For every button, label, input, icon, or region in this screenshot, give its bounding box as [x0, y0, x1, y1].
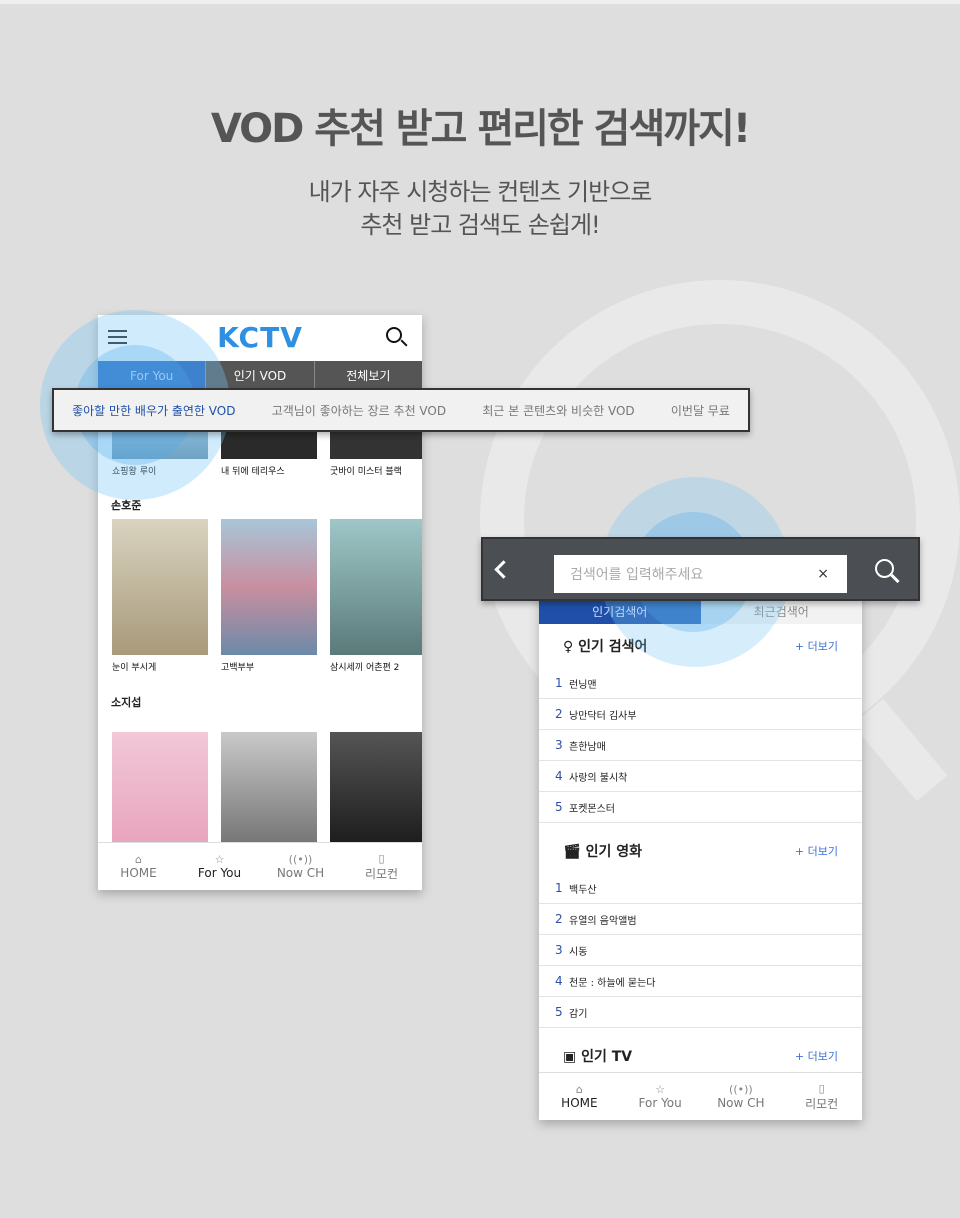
more-link[interactable]: + 더보기 — [795, 1048, 838, 1064]
ranking-item[interactable]: 1 런닝맨 — [539, 668, 862, 699]
poster-item[interactable] — [112, 732, 208, 842]
ranking-title: 포켓몬스터 — [569, 803, 615, 815]
decorative-search-handle — [852, 698, 948, 802]
section-title: 소지섭 — [111, 696, 142, 709]
top-border — [0, 0, 960, 4]
rank-number: 1 — [555, 676, 563, 690]
clapper-icon: 🎬︎ — [563, 844, 581, 860]
poster-item[interactable]: 내 뒤에 테리우스 — [221, 430, 317, 477]
remote-icon: ▯ — [378, 851, 385, 865]
nav-remote[interactable]: ▯ 리모컨 — [341, 843, 422, 890]
search-input[interactable]: 검색어를 입력해주세요 × — [554, 555, 847, 593]
star-icon: ☆ — [655, 1083, 666, 1096]
ranking-title: 런닝맨 — [569, 679, 597, 691]
recommend-category-bar: 좋아할 만한 배우가 출연한 VOD 고객님이 좋아하는 장르 추천 VOD 최… — [52, 388, 750, 432]
poster-item[interactable]: 굿바이 미스터 블랙 — [330, 430, 422, 477]
ranking-item[interactable]: 5 감기 — [539, 997, 862, 1028]
section-title: 인기 TV — [581, 1049, 633, 1065]
tab-all[interactable]: 전체보기 — [313, 361, 422, 390]
category-actor[interactable]: 좋아할 만한 배우가 출연한 VOD — [72, 402, 235, 419]
remote-icon: ▯ — [818, 1081, 825, 1095]
nav-for-you[interactable]: ☆ For You — [179, 843, 260, 890]
rank-number: 3 — [555, 943, 563, 957]
home-icon: ⌂ — [135, 853, 142, 866]
ranking-item[interactable]: 2 낭만닥터 김사부 — [539, 699, 862, 730]
more-link[interactable]: + 더보기 — [795, 638, 838, 654]
subline-2: 추천 받고 검색도 손쉽게! — [360, 211, 600, 239]
ranking-item[interactable]: 5 포켓몬스터 — [539, 792, 862, 823]
poster-item[interactable]: 눈이 부시게 — [112, 519, 208, 673]
search-icon[interactable] — [875, 559, 900, 584]
headline: VOD 추천 받고 편리한 검색까지! — [210, 106, 751, 152]
nav-home[interactable]: ⌂ HOME — [539, 1073, 620, 1120]
poster-item[interactable]: 고백부부 — [221, 519, 317, 673]
ranking-title: 유열의 음악앨범 — [569, 915, 637, 927]
broadcast-icon: ((•)) — [288, 853, 313, 866]
category-similar[interactable]: 최근 본 콘텐츠와 비슷한 VOD — [482, 402, 634, 419]
bottom-nav: ⌂ HOME ☆ For You ((•)) Now CH ▯ 리모컨 — [539, 1072, 862, 1120]
tv-icon: ▣ — [563, 1049, 577, 1065]
category-free[interactable]: 이번달 무료 — [671, 402, 730, 419]
nav-now-ch[interactable]: ((•)) Now CH — [701, 1073, 782, 1120]
clear-icon[interactable]: × — [817, 566, 829, 582]
nav-for-you[interactable]: ☆ For You — [620, 1073, 701, 1120]
home-icon: ⌂ — [575, 1083, 583, 1096]
star-icon: ☆ — [214, 853, 225, 866]
search-icon[interactable] — [386, 327, 408, 347]
back-icon[interactable] — [494, 560, 513, 579]
section-title: 인기 영화 — [585, 844, 643, 860]
nav-remote[interactable]: ▯ 리모컨 — [781, 1073, 862, 1120]
rank-number: 2 — [555, 912, 563, 926]
ranking-title: 천문 : 하늘에 묻는다 — [569, 977, 656, 989]
ranking-title: 시동 — [569, 946, 588, 958]
ranking-item[interactable]: 4 천문 : 하늘에 묻는다 — [539, 966, 862, 997]
ranking-item[interactable]: 3 시동 — [539, 935, 862, 966]
more-link[interactable]: + 더보기 — [795, 843, 838, 859]
ranking-title: 감기 — [569, 1008, 588, 1020]
rank-number: 5 — [555, 1005, 563, 1019]
poster-item[interactable]: 삼시세끼 어촌편 2 — [330, 519, 422, 673]
rank-number: 1 — [555, 881, 563, 895]
ranking-title: 사랑의 불시착 — [569, 772, 628, 784]
trophy-icon: ♀ — [563, 639, 574, 655]
ranking-title: 백두산 — [569, 884, 597, 896]
rank-number: 4 — [555, 769, 563, 783]
nav-now-ch[interactable]: ((•)) Now CH — [260, 843, 341, 890]
ranking-item[interactable]: 3 흔한남매 — [539, 730, 862, 761]
ranking-item[interactable]: 2 유열의 음악앨범 — [539, 904, 862, 935]
poster-item[interactable] — [330, 732, 422, 842]
ranking-title: 낭만닥터 김사부 — [569, 710, 637, 722]
poster-item[interactable] — [221, 732, 317, 842]
broadcast-icon: ((•)) — [729, 1083, 753, 1096]
ranking-item[interactable]: 1 백두산 — [539, 873, 862, 904]
category-genre[interactable]: 고객님이 좋아하는 장르 추천 VOD — [272, 402, 446, 419]
subline-1: 내가 자주 시청하는 컨텐츠 기반으로 — [308, 178, 653, 206]
rank-number: 3 — [555, 738, 563, 752]
ranking-title: 흔한남매 — [569, 741, 606, 753]
search-bar: 검색어를 입력해주세요 × — [481, 537, 920, 601]
rank-number: 5 — [555, 800, 563, 814]
rank-number: 2 — [555, 707, 563, 721]
bottom-nav: ⌂ HOME ☆ For You ((•)) Now CH ▯ 리모컨 — [98, 842, 422, 890]
rank-number: 4 — [555, 974, 563, 988]
ranking-item[interactable]: 4 사랑의 불시착 — [539, 761, 862, 792]
right-phone-screen: 인기검색어 최근검색어 ♀ 인기 검색어 + 더보기 1 런닝맨 2 낭만닥터 김사부 3… — [539, 590, 862, 1120]
nav-home[interactable]: ⌂ HOME — [98, 843, 179, 890]
